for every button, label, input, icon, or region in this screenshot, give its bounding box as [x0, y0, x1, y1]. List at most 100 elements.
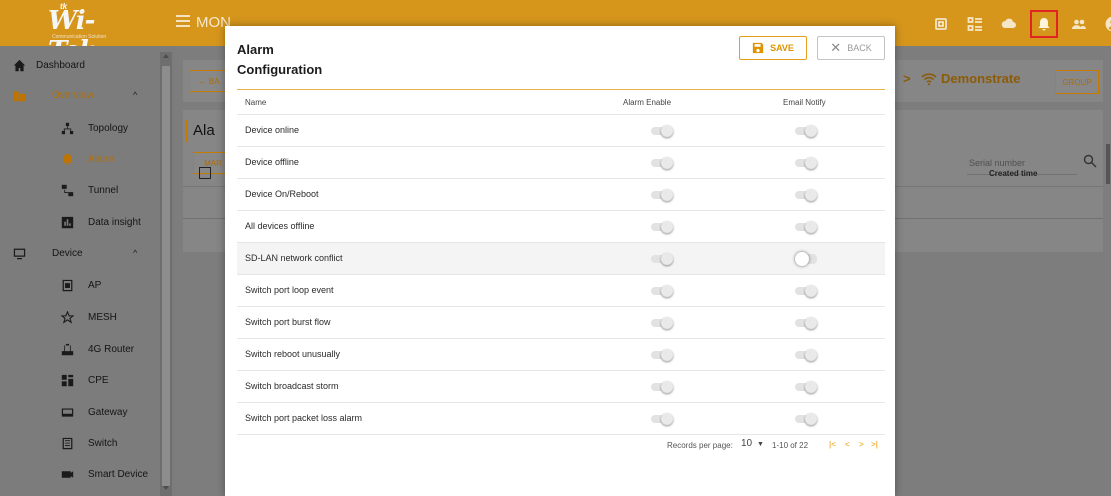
sidebar-item-label: CPE	[88, 374, 109, 386]
logo-superscript: tk	[60, 2, 68, 11]
sidebar-item-label: Gateway	[88, 406, 128, 418]
sidebar-item-label: Dashboard	[36, 59, 85, 71]
alarm-enable-toggle[interactable]	[651, 221, 673, 233]
search-icon[interactable]	[1083, 154, 1097, 168]
email-notify-toggle[interactable]	[795, 221, 817, 233]
logo-tagline: Communication Solution	[52, 34, 107, 40]
topology-icon	[60, 121, 74, 135]
bell-icon[interactable]	[1030, 10, 1058, 38]
email-notify-toggle[interactable]	[795, 125, 817, 137]
sidebar-scrollbar[interactable]	[160, 52, 172, 496]
site-name[interactable]: Demonstrate	[941, 71, 1020, 86]
save-icon	[752, 42, 764, 54]
alarm-enable-toggle[interactable]	[651, 317, 673, 329]
alarm-name: Device offline	[245, 157, 299, 167]
sidebar-item-label: AP	[88, 279, 102, 291]
table-row: All devices offline	[237, 211, 885, 243]
back-button-bg[interactable]: ← BA	[189, 70, 229, 92]
main-scrollbar-thumb[interactable]	[1106, 144, 1110, 184]
sidebar-item-label: MESH	[88, 311, 117, 323]
alarm-name: Switch reboot unusually	[245, 349, 341, 359]
alarm-enable-toggle[interactable]	[651, 349, 673, 361]
first-page-icon[interactable]: |<	[829, 440, 836, 449]
menu-toggle-icon[interactable]	[176, 15, 190, 27]
wi-tek-logo[interactable]: tk Wi-Tek Communication Solution	[48, 2, 138, 66]
dropdown-caret-icon[interactable]: ▼	[757, 441, 764, 448]
router-icon	[60, 342, 74, 356]
sidebar-item-mesh[interactable]: MESH	[0, 302, 158, 332]
table-row: SD-LAN network conflict	[237, 243, 885, 275]
cloud-icon[interactable]	[998, 13, 1020, 35]
alarm-enable-toggle[interactable]	[651, 189, 673, 201]
alarm-name: Switch broadcast storm	[245, 381, 339, 391]
modal-title-line2: Configuration	[237, 62, 323, 77]
alarm-name: Device online	[245, 125, 300, 135]
modal-header-divider	[237, 89, 885, 90]
sidebar-item-dashboard[interactable]: Dashboard	[0, 50, 158, 80]
chart-icon	[60, 215, 74, 229]
sidebar-item-device[interactable]: Device ^	[0, 238, 158, 268]
users-icon[interactable]	[1068, 13, 1090, 35]
column-header-alarm-enable: Alarm Enable	[623, 98, 672, 107]
table-row: Switch port burst flow	[237, 307, 885, 339]
email-notify-toggle[interactable]	[795, 317, 817, 329]
records-per-page-select[interactable]: 10	[741, 438, 752, 449]
sidebar-item-overview[interactable]: Overview ^	[0, 80, 158, 110]
sidebar-item-alarm[interactable]: Alarm	[0, 144, 158, 174]
alarm-enable-toggle[interactable]	[651, 125, 673, 137]
email-notify-toggle[interactable]	[795, 252, 817, 266]
chevron-up-icon[interactable]: ^	[133, 90, 137, 100]
home-icon	[12, 58, 26, 72]
email-notify-toggle[interactable]	[795, 413, 817, 425]
back-button[interactable]: ✕ BACK	[817, 36, 885, 60]
alarm-enable-toggle[interactable]	[651, 253, 673, 265]
email-notify-toggle[interactable]	[795, 381, 817, 393]
sidebar-item-switch[interactable]: Switch	[0, 428, 158, 458]
email-notify-toggle[interactable]	[795, 349, 817, 361]
sidebar-item-label: Alarm	[88, 153, 115, 165]
mesh-icon	[60, 310, 74, 324]
group-button[interactable]: GROUP	[1055, 70, 1099, 94]
alarm-name: Switch port burst flow	[245, 317, 331, 327]
email-notify-toggle[interactable]	[795, 189, 817, 201]
alarm-enable-toggle[interactable]	[651, 381, 673, 393]
sidebar-item-cpe[interactable]: CPE	[0, 365, 158, 395]
save-button[interactable]: SAVE	[739, 36, 807, 60]
sidebar-scrollbar-thumb[interactable]	[162, 66, 170, 486]
smart-device-icon	[60, 467, 74, 481]
account-icon[interactable]	[1102, 13, 1111, 35]
grid-list-icon[interactable]	[964, 13, 986, 35]
sidebar-item-label: Topology	[88, 122, 129, 134]
building-icon	[12, 88, 26, 102]
cube-icon[interactable]	[930, 13, 952, 35]
chevron-up-icon[interactable]: ^	[133, 248, 137, 258]
sidebar-item-ap[interactable]: AP	[0, 270, 158, 300]
switch-icon	[60, 436, 74, 450]
table-row: Device offline	[237, 147, 885, 179]
previous-page-icon[interactable]: <	[845, 440, 850, 449]
alarm-enable-toggle[interactable]	[651, 285, 673, 297]
sidebar-item-data-insight[interactable]: Data insight	[0, 207, 158, 237]
top-icons	[930, 10, 1111, 38]
alarm-enable-toggle[interactable]	[651, 157, 673, 169]
sidebar-item-label: Smart Device	[88, 468, 149, 480]
modal-title-line1: Alarm	[237, 42, 274, 57]
table-row: Device online	[237, 115, 885, 147]
last-page-icon[interactable]: >|	[871, 440, 878, 449]
column-header-email-notify: Email Notify	[783, 98, 826, 107]
close-icon: ✕	[830, 40, 842, 55]
sidebar-item-tunnel[interactable]: Tunnel	[0, 175, 158, 205]
alarm-enable-toggle[interactable]	[651, 413, 673, 425]
search-input[interactable]: Serial number	[969, 158, 1025, 168]
alarm-bell-icon	[60, 152, 74, 166]
next-page-icon[interactable]: >	[859, 440, 864, 449]
sidebar-item-4g-router[interactable]: 4G Router	[0, 334, 158, 364]
select-all-checkbox[interactable]	[199, 167, 211, 179]
sidebar-item-topology[interactable]: Topology	[0, 113, 158, 143]
sidebar-item-gateway[interactable]: Gateway	[0, 397, 158, 427]
tunnel-icon	[60, 183, 74, 197]
email-notify-toggle[interactable]	[795, 285, 817, 297]
sidebar-item-smart-device[interactable]: Smart Device	[0, 459, 158, 489]
cpe-icon	[60, 373, 74, 387]
email-notify-toggle[interactable]	[795, 157, 817, 169]
